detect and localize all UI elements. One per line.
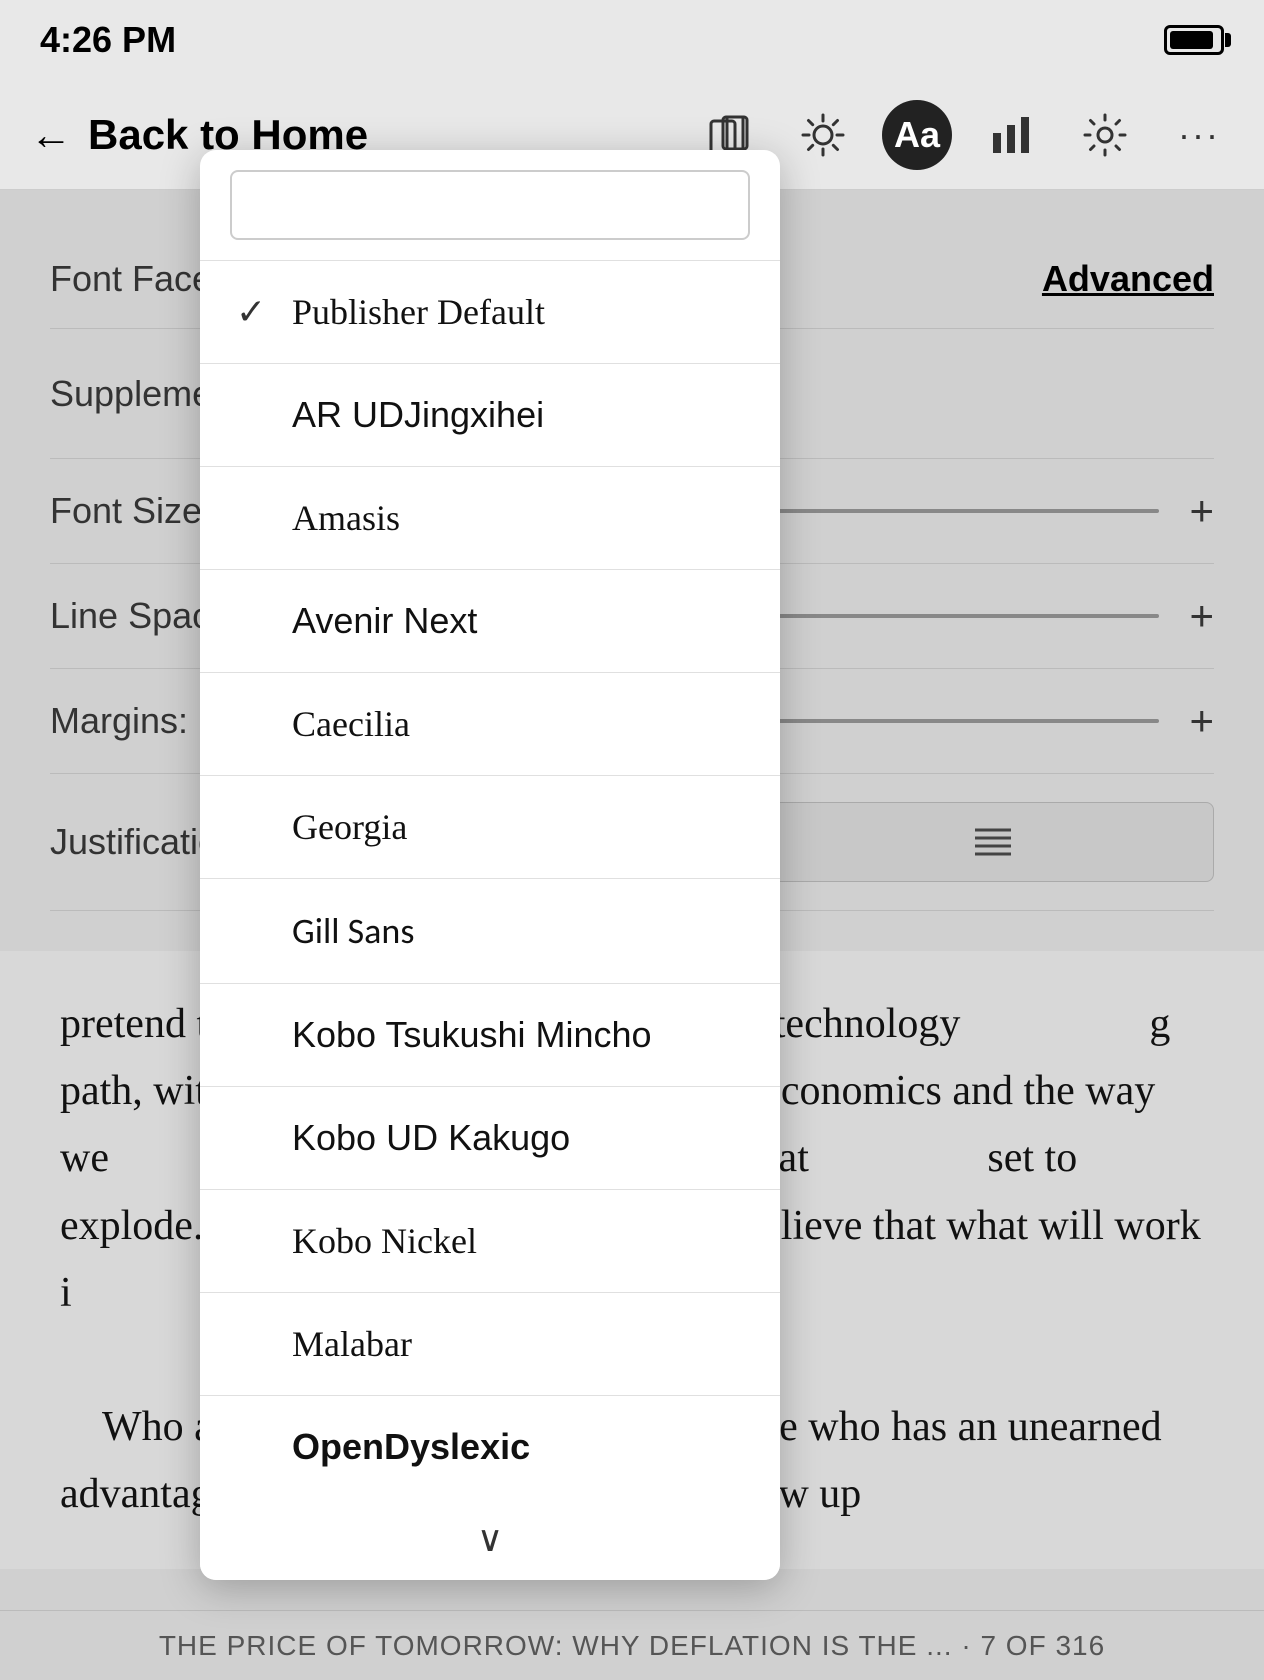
justify-full-button[interactable]: [772, 802, 1214, 882]
stats-icon-button[interactable]: [976, 100, 1046, 170]
font-item-publisher-default[interactable]: ✓ Publisher Default: [200, 261, 780, 364]
font-item-avenir-next[interactable]: Avenir Next: [200, 570, 780, 673]
font-item-name: Kobo Nickel: [292, 1220, 477, 1262]
font-item-kobo-tsukushi-mincho[interactable]: Kobo Tsukushi Mincho: [200, 984, 780, 1087]
font-item-ar-udjingxihei[interactable]: AR UDJingxihei: [200, 364, 780, 467]
battery-fill: [1170, 31, 1213, 49]
more-icon-button[interactable]: ···: [1164, 100, 1234, 170]
font-item-name: Kobo Tsukushi Mincho: [292, 1014, 652, 1056]
battery-icon: [1164, 25, 1224, 55]
font-item-caecilia[interactable]: Caecilia: [200, 673, 780, 776]
font-item-name: Malabar: [292, 1323, 412, 1365]
font-dropdown-overlay: ✓ Publisher Default AR UDJingxihei Amasis Av…: [200, 150, 780, 1580]
justify-full-icon: [971, 824, 1015, 860]
font-item-amasis[interactable]: Amasis: [200, 467, 780, 570]
book-footer: THE PRICE OF TOMORROW: WHY DEFLATION IS …: [0, 1610, 1264, 1680]
font-dropdown-more-button[interactable]: ∨: [200, 1498, 780, 1580]
font-item-name: Caecilia: [292, 703, 410, 745]
font-item-kobo-ud-kakugo[interactable]: Kobo UD Kakugo: [200, 1087, 780, 1190]
font-item-kobo-nickel[interactable]: Kobo Nickel: [200, 1190, 780, 1293]
font-item-opendyslexic[interactable]: OpenDyslexic: [200, 1396, 780, 1498]
font-item-name: AR UDJingxihei: [292, 394, 544, 436]
font-item-name: Georgia: [292, 806, 407, 848]
back-arrow-icon: ←: [30, 111, 72, 159]
status-icons: [1164, 25, 1224, 55]
font-item-check-icon: ✓: [236, 291, 276, 333]
settings-icon-button[interactable]: [1070, 100, 1140, 170]
font-size-plus-button[interactable]: +: [1189, 487, 1214, 535]
font-item-name: Amasis: [292, 497, 400, 539]
font-search-input[interactable]: [230, 170, 750, 240]
font-dropdown-more-chevron: ∨: [477, 1518, 503, 1560]
brightness-icon-button[interactable]: [788, 100, 858, 170]
font-item-gill-sans[interactable]: Gill Sans: [200, 879, 780, 984]
font-icon-button[interactable]: Aa: [882, 100, 952, 170]
font-item-name: Publisher Default: [292, 291, 545, 333]
advanced-link[interactable]: Advanced: [1042, 258, 1214, 300]
line-spacing-plus-button[interactable]: +: [1189, 592, 1214, 640]
font-list: ✓ Publisher Default AR UDJingxihei Amasis Av…: [200, 261, 780, 1498]
margins-plus-button[interactable]: +: [1189, 697, 1214, 745]
status-bar: 4:26 PM: [0, 0, 1264, 80]
brightness-icon: [801, 113, 845, 157]
font-icon: Aa: [894, 114, 940, 156]
more-dots-icon: ···: [1178, 114, 1220, 156]
font-item-name: Avenir Next: [292, 600, 477, 642]
font-item-name: Kobo UD Kakugo: [292, 1117, 570, 1159]
book-footer-text: THE PRICE OF TOMORROW: WHY DEFLATION IS …: [159, 1630, 1105, 1662]
font-item-name: OpenDyslexic: [292, 1426, 530, 1468]
gear-icon: [1083, 113, 1127, 157]
status-time: 4:26 PM: [40, 19, 176, 61]
font-item-name: Gill Sans: [292, 909, 414, 953]
font-input-row: [200, 150, 780, 261]
stats-icon: [989, 113, 1033, 157]
font-item-georgia[interactable]: Georgia: [200, 776, 780, 879]
font-item-malabar[interactable]: Malabar: [200, 1293, 780, 1396]
